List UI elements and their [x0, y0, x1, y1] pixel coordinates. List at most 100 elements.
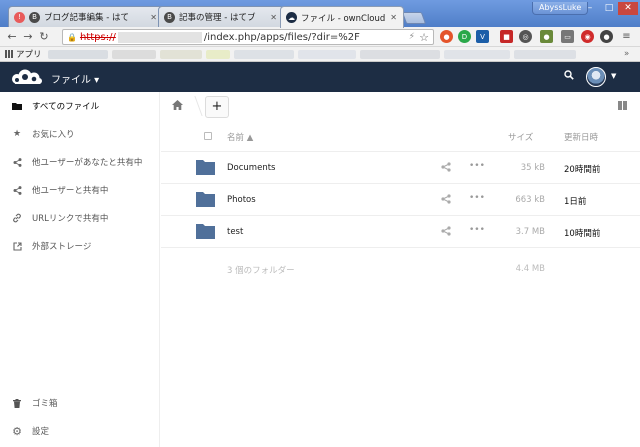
tab-title: ファイル - ownCloud — [301, 13, 386, 24]
sidebar-item-label: 他ユーザーがあなたと共有中 — [32, 158, 143, 168]
folder-icon[interactable] — [196, 160, 215, 175]
share-icon[interactable] — [441, 162, 451, 172]
chevron-down-icon[interactable]: ▼ — [611, 72, 616, 80]
browser-titlebar: ! B ブログ記事編集 - はて ✕ B 記事の管理 - はてブ ✕ ☁ ファイ… — [0, 0, 640, 28]
star-icon: ★ — [12, 129, 22, 139]
hatena-favicon-icon: B — [29, 11, 40, 23]
file-list-area: + 名前 ▲ サイズ 更新日時 Documents ••• 35 kB 20時間… — [161, 92, 640, 447]
tab-title: ブログ記事編集 - はて — [44, 13, 129, 23]
sidebar-item-settings[interactable]: ⚙ 設定 — [0, 417, 160, 445]
folder-icon[interactable] — [196, 192, 215, 207]
tab-close-icon[interactable]: ✕ — [270, 13, 277, 22]
files-app: すべてのファイル ★ お気に入り 他ユーザーがあなたと共有中 他ユーザーと共有中… — [0, 92, 640, 447]
file-name[interactable]: Photos — [227, 195, 256, 205]
tab-owncloud-files[interactable]: ☁ ファイル - ownCloud ✕ — [280, 6, 404, 28]
extension-avatar-icon[interactable]: ● — [540, 30, 553, 43]
sidebar-item-shared-with-you[interactable]: 他ユーザーがあなたと共有中 — [0, 148, 160, 176]
sidebar: すべてのファイル ★ お気に入り 他ユーザーがあなたと共有中 他ユーザーと共有中… — [0, 92, 160, 447]
grid-view-icon[interactable] — [618, 101, 627, 110]
bookmark-item[interactable] — [514, 50, 576, 59]
table-row[interactable]: Documents ••• 35 kB 20時間前 — [161, 152, 640, 184]
table-summary: 3 個のフォルダー 4.4 MB — [161, 254, 640, 282]
extension-v-icon[interactable]: V — [476, 30, 489, 43]
sidebar-item-label: URLリンクで共有中 — [32, 214, 109, 224]
tab-close-icon[interactable]: ✕ — [150, 13, 157, 22]
column-modified-header[interactable]: 更新日時 — [564, 131, 598, 143]
address-bar[interactable]: 🔒 https:// /index.php/apps/files/?dir=%2… — [62, 29, 434, 45]
tab-article-manage[interactable]: B 記事の管理 - はてブ ✕ — [158, 6, 284, 27]
share-icon[interactable] — [441, 226, 451, 236]
sidebar-item-all-files[interactable]: すべてのファイル — [0, 92, 160, 120]
minimize-button[interactable]: – — [580, 2, 600, 15]
extension-bolt-icon[interactable]: ⚡ — [409, 32, 415, 42]
forward-icon[interactable]: → — [20, 30, 36, 43]
more-actions-icon[interactable]: ••• — [469, 161, 485, 171]
sidebar-item-label: 外部ストレージ — [32, 242, 92, 252]
new-tab-button[interactable] — [401, 12, 427, 24]
sidebar-item-external-storage[interactable]: 外部ストレージ — [0, 232, 160, 260]
tab-close-icon[interactable]: ✕ — [390, 13, 397, 22]
url-host-redacted — [117, 31, 202, 43]
file-modified: 1日前 — [564, 197, 587, 207]
bookmark-item[interactable] — [444, 50, 510, 59]
file-size: 3.7 MB — [515, 227, 545, 237]
bookmark-item[interactable] — [160, 50, 202, 59]
sidebar-item-trash[interactable]: ゴミ箱 — [0, 389, 160, 417]
extension-red-icon[interactable]: ● — [440, 30, 453, 43]
bookmark-item[interactable] — [206, 50, 230, 59]
back-icon[interactable]: ← — [4, 30, 20, 43]
sidebar-item-favorites[interactable]: ★ お気に入り — [0, 120, 160, 148]
owncloud-logo-icon[interactable] — [9, 69, 43, 85]
bookmark-item[interactable] — [298, 50, 356, 59]
tab-blog-edit[interactable]: ! B ブログ記事編集 - はて ✕ — [8, 6, 164, 27]
table-row[interactable]: test ••• 3.7 MB 10時間前 — [161, 216, 640, 248]
maximize-button[interactable]: □ — [599, 2, 619, 15]
extension-dark-icon[interactable]: ● — [600, 30, 613, 43]
bookmark-item[interactable] — [360, 50, 440, 59]
home-icon[interactable] — [172, 100, 183, 110]
more-actions-icon[interactable]: ••• — [469, 193, 485, 203]
bookmark-item[interactable] — [112, 50, 156, 59]
share-icon — [12, 157, 22, 167]
extension-lastpass-icon[interactable]: ◉ — [581, 30, 594, 43]
column-size-header[interactable]: サイズ — [508, 131, 533, 143]
trash-icon — [12, 398, 22, 408]
file-modified: 20時間前 — [564, 165, 601, 175]
extension-circle-icon[interactable]: ◎ — [519, 30, 532, 43]
menu-icon[interactable]: ≡ — [620, 30, 633, 43]
add-button[interactable]: + — [205, 96, 229, 118]
bookmark-item[interactable] — [48, 50, 108, 59]
link-icon — [12, 213, 22, 223]
file-name[interactable]: Documents — [227, 163, 275, 173]
share-icon[interactable] — [441, 194, 451, 204]
more-actions-icon[interactable]: ••• — [469, 225, 485, 235]
select-all-checkbox[interactable] — [204, 132, 212, 140]
url-scheme: https:// — [79, 31, 116, 43]
avatar[interactable] — [586, 67, 606, 87]
apps-grid-icon — [5, 50, 13, 58]
bookmark-star-icon[interactable]: ☆ — [419, 31, 429, 44]
extension-green-icon[interactable]: D — [458, 30, 471, 43]
extension-adblock-icon[interactable]: ■ — [500, 30, 513, 43]
search-icon[interactable] — [564, 70, 574, 80]
folder-icon[interactable] — [196, 224, 215, 239]
table-row[interactable]: Photos ••• 663 kB 1日前 — [161, 184, 640, 216]
file-name[interactable]: test — [227, 227, 243, 237]
app-menu[interactable]: ファイル ▾ — [51, 71, 99, 86]
cast-icon[interactable]: ▭ — [561, 30, 574, 43]
warning-favicon-icon: ! — [14, 11, 25, 23]
bookmarks-overflow[interactable]: » — [624, 49, 629, 59]
sidebar-item-shared-with-others[interactable]: 他ユーザーと共有中 — [0, 176, 160, 204]
breadcrumb-separator — [185, 96, 203, 116]
breadcrumb: + — [161, 92, 640, 120]
url-path: /index.php/apps/files/?dir=%2F — [203, 31, 360, 43]
sidebar-item-shared-by-link[interactable]: URLリンクで共有中 — [0, 204, 160, 232]
bookmark-apps[interactable]: アプリ — [0, 48, 42, 60]
share-icon — [12, 185, 22, 195]
reload-icon[interactable]: ↻ — [36, 30, 52, 43]
close-window-button[interactable]: ✕ — [618, 2, 638, 15]
broken-lock-icon[interactable]: 🔒 — [67, 33, 77, 42]
gear-icon: ⚙ — [12, 424, 22, 438]
column-name-header[interactable]: 名前 ▲ — [227, 131, 253, 143]
bookmark-item[interactable] — [234, 50, 294, 59]
